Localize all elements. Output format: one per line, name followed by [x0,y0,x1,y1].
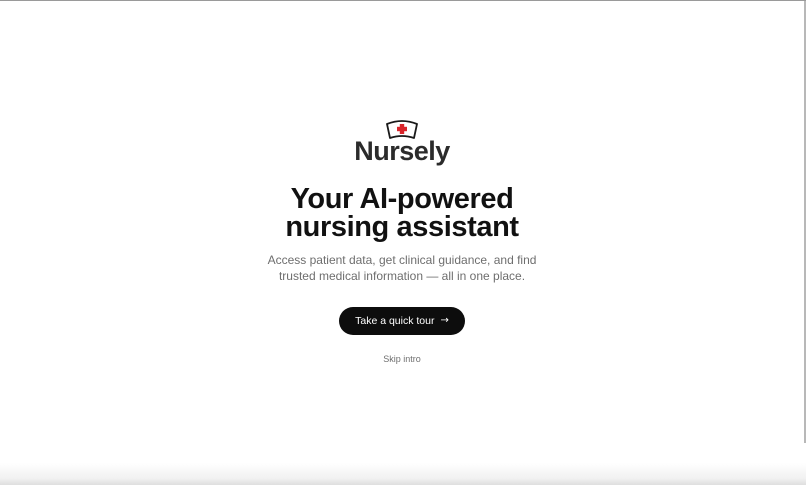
description-line: trusted medical information — all in one… [278,269,526,283]
take-tour-button[interactable]: Take a quick tour → [339,307,465,335]
headline-line: nursing assistant [285,211,519,243]
headline-line: Your AI-powered [290,183,514,215]
description-line: Access patient data, get clinical guidan… [267,253,537,267]
app-window: Nursely Your AI-powered nursing assistan… [0,0,806,485]
page-title: Your AI-powered nursing assistant [285,183,519,243]
arrow-right-icon: → [440,315,449,326]
brand-name: Nursely [354,136,450,166]
intro-description: Access patient data, get clinical guidan… [268,252,537,284]
skip-intro-link[interactable]: Skip intro [383,354,421,364]
intro-panel: Nursely Your AI-powered nursing assistan… [0,119,804,364]
window-bottom-edge [0,463,806,485]
tour-button-label: Take a quick tour [355,315,435,327]
